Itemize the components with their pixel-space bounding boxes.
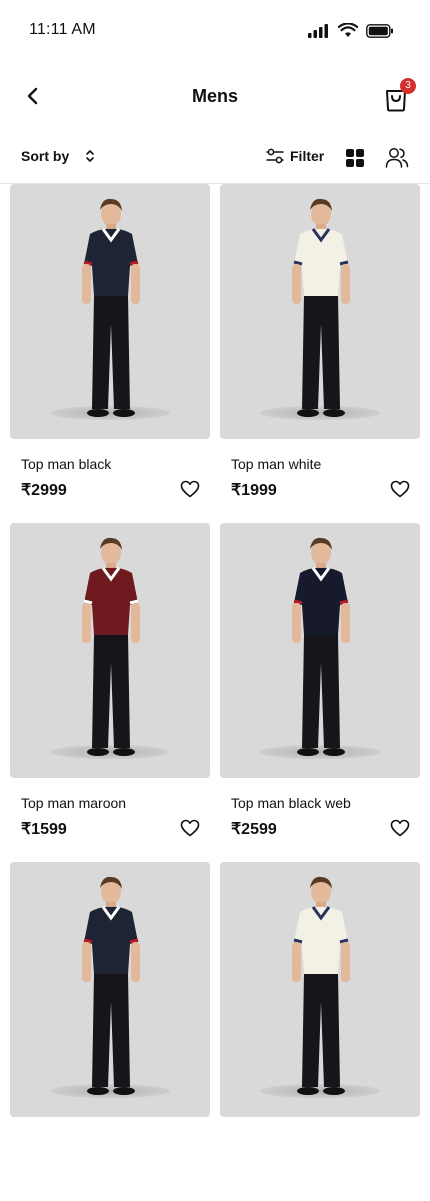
model-figure <box>82 876 140 1095</box>
product-price: ₹1599 <box>21 821 67 838</box>
product-card[interactable] <box>220 862 420 1201</box>
status-icons <box>308 23 394 38</box>
cart-count-badge: 3 <box>400 78 416 94</box>
filter-sliders-icon <box>266 148 284 164</box>
status-bar: 11:11 AM <box>0 0 430 60</box>
filter-label: Filter <box>290 148 325 164</box>
product-grid: Top man black ₹2999 Top man white ₹1999 <box>10 184 420 1201</box>
product-card[interactable]: Top man maroon ₹1599 <box>10 523 210 862</box>
product-card[interactable]: Top man black ₹2999 <box>10 184 210 523</box>
signal-icon <box>308 23 328 38</box>
cart-button[interactable]: 3 <box>384 78 416 112</box>
product-card[interactable]: Top man black web ₹2599 <box>220 523 420 862</box>
product-price: ₹1999 <box>231 482 277 499</box>
people-icon <box>385 148 409 168</box>
product-card[interactable] <box>10 862 210 1201</box>
product-image[interactable] <box>220 184 420 439</box>
toolbar: Sort by Filter <box>0 140 430 180</box>
sort-by-button[interactable]: Sort by <box>21 148 95 164</box>
sort-chevrons-icon <box>86 150 95 162</box>
page-title: Mens <box>191 86 238 106</box>
product-name: Top man white <box>231 456 322 472</box>
product-image[interactable] <box>10 184 210 439</box>
heart-icon[interactable] <box>390 480 410 498</box>
product-name: Top man black <box>21 456 112 472</box>
battery-icon <box>366 23 393 38</box>
heart-icon[interactable] <box>180 480 200 498</box>
model-figure <box>82 537 140 756</box>
people-view-button[interactable] <box>385 146 409 175</box>
app-header: Mens 3 <box>0 70 430 126</box>
grid-view-button[interactable] <box>345 148 365 173</box>
product-image[interactable] <box>10 862 210 1117</box>
product-image[interactable] <box>220 523 420 778</box>
model-figure <box>292 198 350 417</box>
wifi-icon <box>338 23 358 37</box>
model-figure <box>292 537 350 756</box>
model-figure <box>292 876 350 1095</box>
product-card[interactable]: Top man white ₹1999 <box>220 184 420 523</box>
model-figure <box>82 198 140 417</box>
heart-icon[interactable] <box>390 819 410 837</box>
status-time: 11:11 AM <box>29 21 96 38</box>
grid-view-icon <box>346 149 364 167</box>
sort-by-label: Sort by <box>21 148 70 164</box>
product-price: ₹2999 <box>21 482 67 499</box>
filter-button[interactable]: Filter <box>266 148 324 164</box>
heart-icon[interactable] <box>180 819 200 837</box>
product-price: ₹2599 <box>231 821 277 838</box>
product-image[interactable] <box>220 862 420 1117</box>
product-name: Top man black web <box>231 795 351 811</box>
product-name: Top man maroon <box>21 795 127 811</box>
product-image[interactable] <box>10 523 210 778</box>
